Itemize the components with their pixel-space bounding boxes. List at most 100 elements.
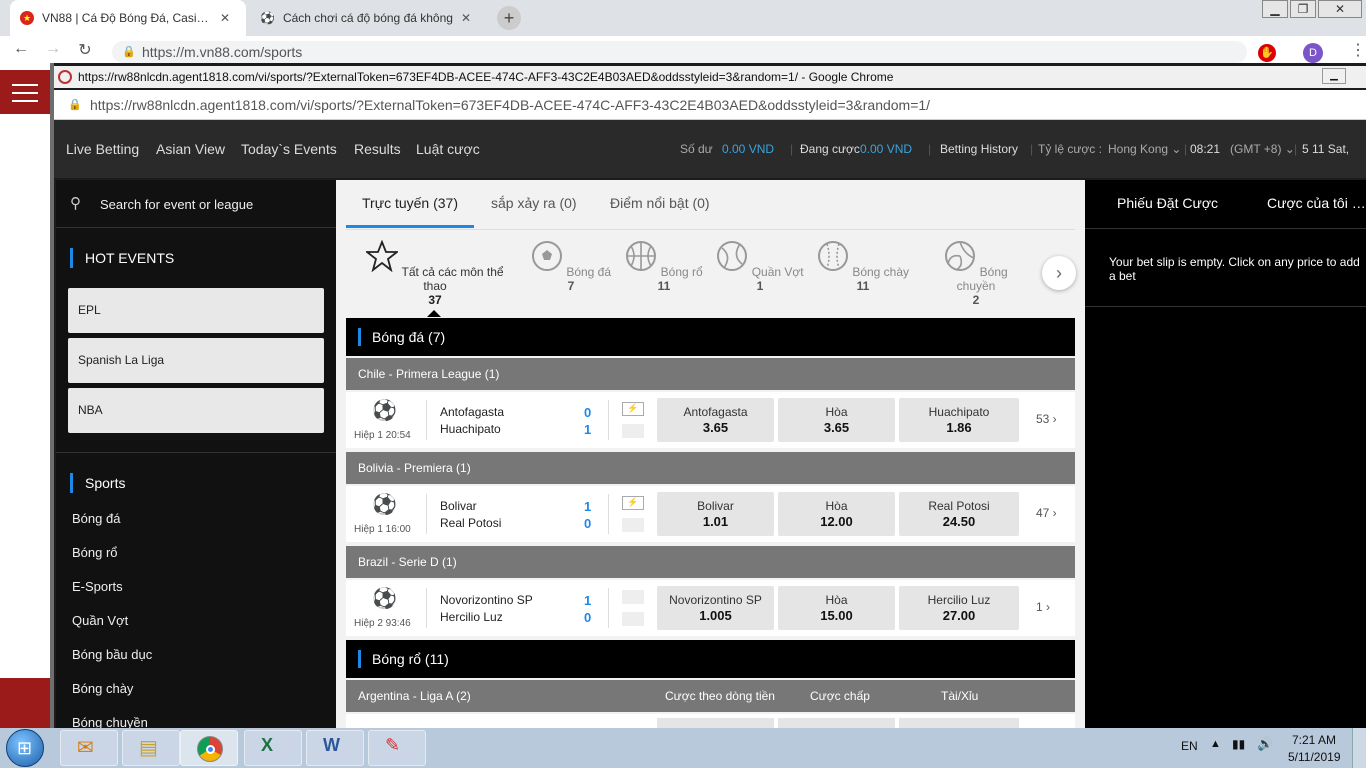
- placeholder-box: [622, 424, 644, 438]
- nav-asian-view[interactable]: Asian View: [156, 120, 225, 178]
- tab-live[interactable]: Trực tuyến (37): [346, 180, 474, 228]
- nav-todays-events[interactable]: Today`s Events: [241, 120, 337, 178]
- folder-icon: ▤: [139, 737, 158, 759]
- outer-address-bar[interactable]: 🔒 https://m.vn88.com/sports: [112, 41, 1247, 63]
- reload-icon[interactable]: ↻: [74, 40, 96, 60]
- close-window-button[interactable]: ✕: [1318, 0, 1362, 18]
- scroll-right-button[interactable]: ›: [1042, 256, 1076, 290]
- taskbar-app-explorer[interactable]: ▤: [122, 730, 180, 766]
- volume-icon[interactable]: 🔊: [1257, 736, 1273, 752]
- nav-rules[interactable]: Luật cược: [416, 120, 480, 178]
- league-header[interactable]: Chile - Primera League (1): [346, 358, 1075, 390]
- odds-select[interactable]: Hong Kong ⌄: [1108, 120, 1181, 178]
- extension-icon[interactable]: ✋: [1258, 44, 1276, 62]
- tray-expand-icon[interactable]: ▲: [1210, 738, 1221, 750]
- sidebar-item-soccer[interactable]: Bóng đá: [72, 511, 120, 526]
- tab-bet-slip[interactable]: Phiếu Đặt Cược: [1117, 195, 1218, 211]
- hot-event-epl[interactable]: EPL: [68, 288, 324, 333]
- hot-event-nba[interactable]: NBA: [68, 388, 324, 433]
- league-header[interactable]: Brazil - Serie D (1): [346, 546, 1075, 578]
- home-team: Bolivar: [440, 499, 477, 513]
- word-icon: W: [323, 735, 340, 755]
- taskbar-app-excel[interactable]: X: [244, 730, 302, 766]
- betting-history-link[interactable]: Betting History: [940, 120, 1018, 178]
- taskbar-app-outlook[interactable]: ✉: [60, 730, 118, 766]
- separator: |: [1030, 142, 1034, 156]
- close-icon[interactable]: ✕: [220, 11, 230, 25]
- league-header[interactable]: Bolivia - Premiera (1): [346, 452, 1075, 484]
- profile-avatar[interactable]: D: [1303, 43, 1323, 63]
- sport-name: Quần Vợt: [751, 265, 804, 279]
- taskbar-app-word[interactable]: W: [306, 730, 364, 766]
- more-markets-link[interactable]: 53 ›: [1036, 412, 1057, 426]
- taskbar: ⊞ ✉ ▤ X W ✎ EN ▲ ▮▮ 🔊 7:21 AM 5/11/2019: [0, 728, 1366, 768]
- odds-away-button[interactable]: Hercilio Luz 27.00: [899, 586, 1019, 630]
- nav-results[interactable]: Results: [354, 120, 401, 178]
- more-markets-link[interactable]: 1 ›: [1036, 600, 1050, 614]
- start-button[interactable]: ⊞: [6, 729, 44, 767]
- odds-away-button[interactable]: Huachipato 1.86: [899, 398, 1019, 442]
- close-icon[interactable]: ✕: [461, 11, 471, 25]
- popup-address-bar[interactable]: 🔒 https://rw88nlcdn.agent1818.com/vi/spo…: [54, 90, 1366, 120]
- clock-time[interactable]: 7:21 AM: [1292, 733, 1336, 747]
- sidebar-item-baseball[interactable]: Bóng chày: [72, 681, 133, 696]
- timezone-select[interactable]: (GMT +8) ⌄: [1230, 120, 1295, 178]
- back-icon[interactable]: ←: [10, 40, 32, 58]
- section-basketball[interactable]: Bóng rổ (11): [346, 640, 1075, 678]
- search-input[interactable]: ⚲ Search for event or league: [56, 180, 336, 228]
- language-indicator[interactable]: EN: [1181, 739, 1198, 753]
- live-stats-icon[interactable]: ⚡: [622, 496, 644, 510]
- sidebar-item-esports[interactable]: E-Sports: [72, 579, 123, 594]
- sport-filter-basketball[interactable]: Bóng rổ 11: [614, 240, 714, 293]
- odds-home-button[interactable]: Bolivar 1.01: [657, 492, 774, 536]
- odds-home-button[interactable]: Antofagasta 3.65: [657, 398, 774, 442]
- tab-upcoming[interactable]: sắp xảy ra (0): [491, 180, 577, 228]
- odds-draw-button[interactable]: Hòa 12.00: [778, 492, 895, 536]
- sport-filter-tennis[interactable]: Quần Vợt 1: [710, 240, 810, 293]
- outer-tab-vn88[interactable]: ★ VN88 | Cá Độ Bóng Đá, Casino O ✕: [10, 0, 246, 36]
- odds-draw-button[interactable]: Hòa 15.00: [778, 586, 895, 630]
- tab-my-bets[interactable]: Cược của tôi (N/: [1267, 195, 1366, 211]
- sidebar-item-football[interactable]: Bóng bầu dục: [72, 647, 152, 662]
- home-score: 0: [584, 405, 592, 420]
- minimize-button[interactable]: ▁: [1262, 0, 1288, 18]
- hot-events-heading: HOT EVENTS: [70, 248, 174, 268]
- live-stats-icon[interactable]: ⚡: [622, 402, 644, 416]
- odds-button[interactable]: [657, 718, 774, 728]
- sport-filter-volleyball[interactable]: Bóng chuyền 2: [926, 240, 1026, 307]
- league-header-basketball[interactable]: Argentina - Liga A (2) Cược theo dòng ti…: [346, 680, 1075, 712]
- hot-event-la-liga[interactable]: Spanish La Liga: [68, 338, 324, 383]
- taskbar-app-chrome[interactable]: [180, 730, 238, 766]
- sport-filter-all[interactable]: Tất cả các môn thể thao 37: [360, 239, 510, 307]
- forward-icon[interactable]: →: [42, 40, 64, 58]
- odds-button[interactable]: [899, 718, 1019, 728]
- odds-draw-button[interactable]: Hòa 3.65: [778, 398, 895, 442]
- nav-live-betting[interactable]: Live Betting: [66, 120, 139, 178]
- maximize-button[interactable]: ❐: [1290, 0, 1316, 18]
- sport-filter-baseball[interactable]: Bóng chày 11: [813, 240, 913, 293]
- match-period: Hiệp 1 20:54: [354, 430, 411, 441]
- sidebar-item-basketball[interactable]: Bóng rổ: [72, 545, 118, 560]
- new-tab-button[interactable]: +: [497, 6, 521, 30]
- network-icon[interactable]: ▮▮: [1232, 737, 1245, 751]
- popup-minimize-button[interactable]: ▁: [1322, 68, 1346, 84]
- taskbar-app-paint[interactable]: ✎: [368, 730, 426, 766]
- menu-icon[interactable]: ⋮: [1350, 40, 1366, 60]
- odds-away-button[interactable]: Real Potosi 24.50: [899, 492, 1019, 536]
- section-soccer[interactable]: Bóng đá (7): [346, 318, 1075, 356]
- odds-home-button[interactable]: Novorizontino SP 1.005: [657, 586, 774, 630]
- hamburger-icon[interactable]: [12, 84, 38, 102]
- show-desktop-button[interactable]: [1352, 728, 1366, 768]
- col-over-under: Tài/Xỉu: [941, 689, 979, 703]
- divider: [426, 400, 427, 440]
- excel-icon: X: [261, 735, 274, 755]
- outer-tab-guide[interactable]: ⚽ Cách chơi cá độ bóng đá không ✕: [250, 0, 490, 36]
- match-period: Hiệp 1 16:00: [354, 524, 411, 535]
- sidebar-item-tennis[interactable]: Quần Vợt: [72, 613, 128, 628]
- more-markets-link[interactable]: 47 ›: [1036, 506, 1057, 520]
- sport-filter-soccer[interactable]: Bóng đá 7: [521, 240, 621, 293]
- odds-button[interactable]: [778, 718, 895, 728]
- clock-date[interactable]: 5/11/2019: [1288, 750, 1341, 764]
- lock-icon: 🔒: [68, 99, 82, 111]
- tab-highlights[interactable]: Điểm nổi bật (0): [610, 180, 710, 228]
